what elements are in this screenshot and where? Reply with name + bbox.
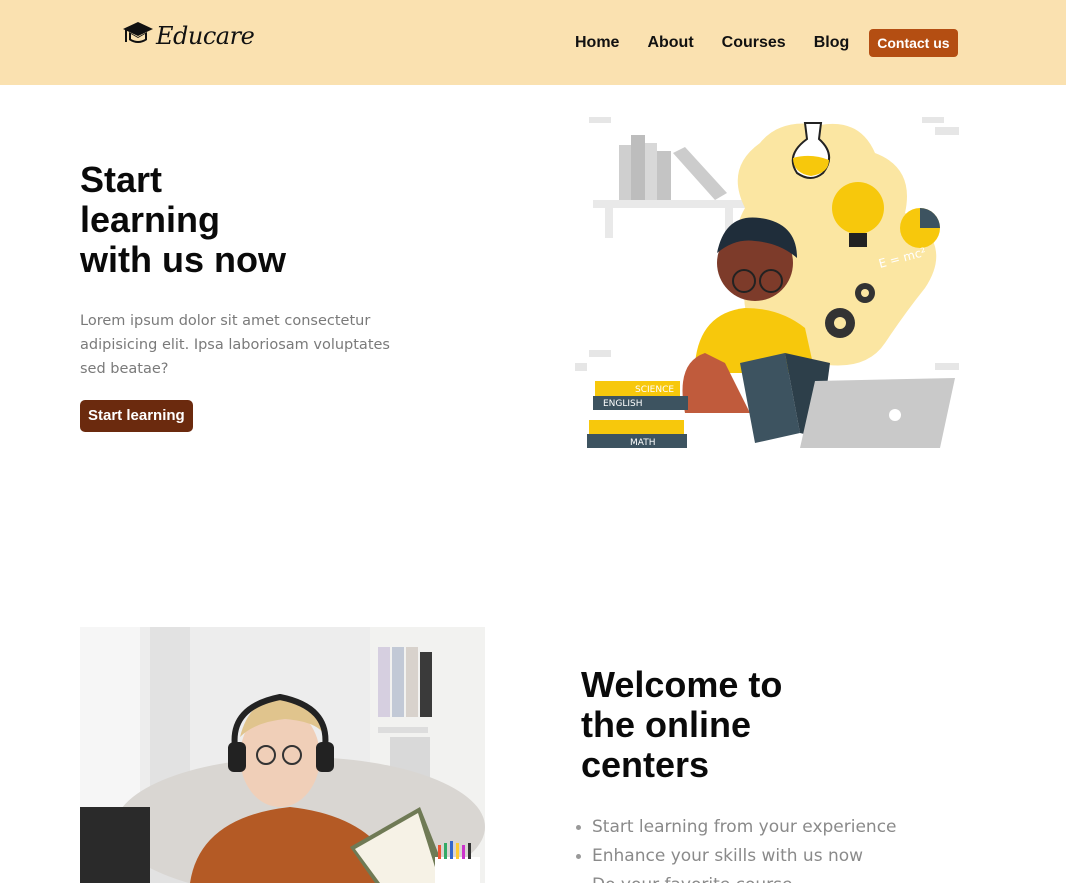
welcome-title-line: the online bbox=[581, 704, 751, 745]
welcome-title: Welcome to the online centers bbox=[581, 665, 841, 785]
feature-text: Enhance your skills with us now bbox=[592, 846, 864, 866]
nav-blog-link[interactable]: Blog bbox=[814, 29, 850, 57]
contact-us-button[interactable]: Contact us bbox=[869, 29, 958, 57]
hero-illustration: E = mc² SCIENCE ENGLISH MATH bbox=[575, 113, 960, 453]
brand-logo[interactable]: Educare bbox=[122, 18, 255, 54]
nav-home-link[interactable]: Home bbox=[575, 29, 619, 57]
book-label-math: MATH bbox=[630, 438, 656, 448]
brand-name: Educare bbox=[156, 22, 255, 50]
feature-item: Do your favorite course bbox=[576, 871, 897, 883]
feature-list: Start learning from your experience Enha… bbox=[576, 813, 897, 883]
hero-title-line: Start bbox=[80, 159, 163, 200]
navbar: Educare Home About Courses Blog Contact … bbox=[0, 0, 1066, 85]
nav-about-link[interactable]: About bbox=[647, 29, 693, 57]
main-nav: Home About Courses Blog Contact us bbox=[575, 29, 958, 57]
bullet-icon bbox=[576, 854, 581, 859]
student-photo bbox=[80, 627, 485, 883]
graduation-cap-icon bbox=[122, 18, 154, 54]
hero-description: Lorem ipsum dolor sit amet consectetur a… bbox=[80, 313, 390, 377]
feature-text: Start learning from your experience bbox=[592, 817, 897, 837]
welcome-title-line: centers bbox=[581, 744, 710, 785]
feature-item: Enhance your skills with us now bbox=[576, 842, 897, 871]
book-label-english: ENGLISH bbox=[603, 399, 643, 409]
book-label-science: SCIENCE bbox=[635, 385, 674, 395]
hero-title: Start learning with us now bbox=[80, 160, 340, 280]
welcome-title-line: Welcome to bbox=[581, 664, 783, 705]
feature-text: Do your favorite course bbox=[592, 871, 792, 883]
nav-courses-link[interactable]: Courses bbox=[722, 29, 786, 57]
hero-title-line: with us now bbox=[80, 239, 286, 280]
start-learning-button[interactable]: Start learning bbox=[80, 400, 193, 432]
feature-item: Start learning from your experience bbox=[576, 813, 897, 842]
hero-title-line: learning bbox=[80, 199, 221, 240]
bullet-icon bbox=[576, 825, 581, 830]
